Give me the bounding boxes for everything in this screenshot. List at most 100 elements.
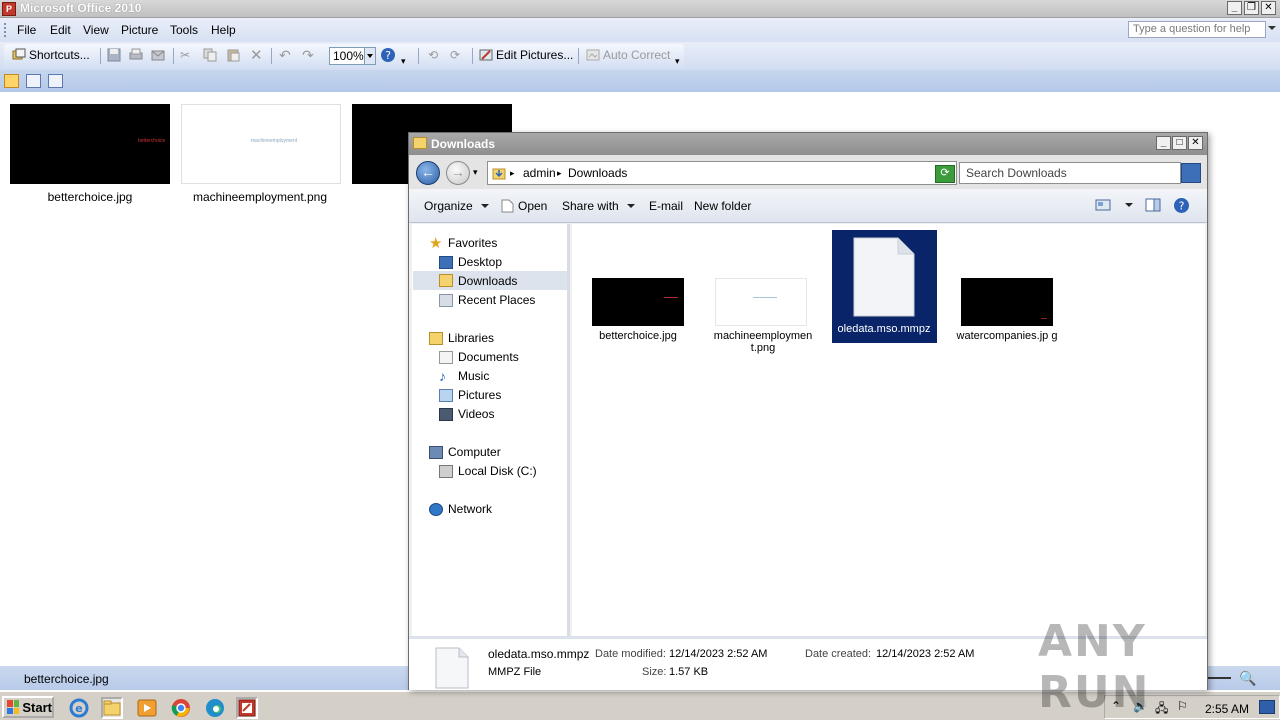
detail-created-label: Date created: bbox=[805, 648, 872, 660]
restore-button[interactable]: ❐ bbox=[1244, 1, 1259, 15]
chrome-icon[interactable] bbox=[170, 697, 192, 719]
email-picture-button[interactable] bbox=[151, 46, 165, 64]
search-input[interactable]: Search Downloads bbox=[959, 162, 1181, 184]
menu-view[interactable]: View bbox=[83, 23, 109, 37]
show-desktop-icon[interactable] bbox=[1259, 700, 1275, 714]
email-button[interactable]: E-mail bbox=[649, 199, 683, 213]
delete-button[interactable]: ✕ bbox=[250, 46, 263, 64]
thumbnail-betterchoice[interactable]: betterchoice bbox=[10, 104, 170, 184]
menu-tools[interactable]: Tools bbox=[170, 23, 198, 37]
menu-file[interactable]: File bbox=[17, 23, 36, 37]
forward-button[interactable]: → bbox=[446, 161, 470, 185]
minimize-button[interactable]: _ bbox=[1227, 1, 1242, 15]
open-button[interactable]: Open bbox=[501, 199, 547, 213]
copy-button[interactable] bbox=[203, 46, 217, 64]
explorer-close-button[interactable]: ✕ bbox=[1188, 136, 1203, 150]
edit-pictures-button[interactable]: Edit Pictures... bbox=[479, 46, 573, 64]
rotate-left-button[interactable]: ⟲ bbox=[428, 46, 438, 64]
help-button[interactable]: ? bbox=[380, 46, 396, 64]
nav-downloads[interactable]: Downloads bbox=[413, 271, 567, 290]
organize-button[interactable]: Organize bbox=[424, 199, 489, 213]
address-field[interactable]: ▸ admin ▸ Downloads ▼ bbox=[487, 161, 957, 185]
cut-button[interactable]: ✂ bbox=[180, 46, 190, 64]
explorer-window-controls: _ □ ✕ bbox=[1156, 136, 1203, 150]
nav-network[interactable]: Network bbox=[429, 502, 492, 516]
recent-pages-dropdown-icon[interactable]: ▾ bbox=[473, 167, 478, 178]
filmstrip-view-icon[interactable] bbox=[26, 74, 41, 88]
edge-icon[interactable] bbox=[204, 697, 226, 719]
shortcuts-button[interactable]: Shortcuts... bbox=[12, 46, 90, 64]
rotate-right-icon: ⟳ bbox=[450, 48, 461, 62]
paste-button[interactable] bbox=[226, 46, 240, 64]
nav-documents[interactable]: Documents bbox=[439, 350, 519, 364]
change-view-button[interactable] bbox=[1095, 198, 1133, 212]
media-player-icon[interactable] bbox=[136, 697, 158, 719]
preview-pane-button[interactable] bbox=[1145, 198, 1161, 212]
save-button[interactable] bbox=[107, 46, 121, 64]
nav-favorites-label: Favorites bbox=[448, 236, 498, 250]
redo-button[interactable]: ↷ bbox=[302, 46, 314, 64]
print-button[interactable] bbox=[129, 46, 143, 64]
explorer-help-button[interactable]: ? bbox=[1173, 197, 1190, 214]
new-folder-button[interactable]: New folder bbox=[694, 199, 751, 213]
back-button[interactable]: ← bbox=[416, 161, 440, 185]
zoom-select[interactable]: 100% bbox=[329, 47, 376, 65]
picture-manager-taskbar-icon[interactable] bbox=[236, 697, 258, 719]
internet-explorer-icon[interactable]: e bbox=[68, 697, 90, 719]
toolbar-options-button[interactable]: ▾ bbox=[401, 52, 406, 70]
breadcrumb-downloads[interactable]: Downloads bbox=[568, 166, 627, 180]
redo-icon: ↷ bbox=[302, 46, 314, 63]
menu-edit[interactable]: Edit bbox=[50, 23, 71, 37]
menu-picture[interactable]: Picture bbox=[121, 23, 158, 37]
refresh-button[interactable]: ⟳ bbox=[935, 165, 955, 183]
file-item-selected[interactable]: oledata.mso.mmpz bbox=[832, 230, 937, 343]
file-item[interactable]: watercompanies.jp g bbox=[957, 278, 1065, 358]
thumbnail-machineemployment[interactable]: machineemployment bbox=[181, 104, 341, 184]
search-icon[interactable] bbox=[1181, 163, 1201, 183]
nav-music[interactable]: ♪ Music bbox=[439, 369, 489, 384]
single-picture-view-icon[interactable] bbox=[48, 74, 63, 88]
file-name: machineemploymen t.png bbox=[713, 330, 813, 354]
nav-favorites[interactable]: ★ Favorites bbox=[429, 236, 498, 251]
start-button[interactable]: Start bbox=[2, 696, 54, 718]
nav-computer[interactable]: Computer bbox=[429, 445, 501, 459]
explorer-titlebar[interactable]: Downloads _ □ ✕ bbox=[409, 133, 1207, 155]
computer-icon bbox=[429, 445, 443, 459]
breadcrumb-admin[interactable]: admin bbox=[523, 166, 556, 180]
help-question-input[interactable]: Type a question for help bbox=[1128, 21, 1266, 38]
nav-pictures[interactable]: Pictures bbox=[439, 388, 501, 402]
menu-help[interactable]: Help bbox=[211, 23, 236, 37]
svg-text:e: e bbox=[75, 702, 82, 715]
nav-libraries[interactable]: Libraries bbox=[429, 331, 494, 345]
explorer-minimize-button[interactable]: _ bbox=[1156, 136, 1171, 150]
thumbnail-caption: machineemployment.png bbox=[192, 190, 328, 204]
nav-desktop[interactable]: Desktop bbox=[439, 255, 502, 269]
zoom-dropdown-icon[interactable] bbox=[364, 48, 375, 64]
rotate-right-button[interactable]: ⟳ bbox=[450, 46, 460, 64]
auto-correct-button[interactable]: Auto Correct bbox=[586, 46, 670, 64]
edit-pictures-icon bbox=[479, 49, 493, 61]
file-item[interactable]: betterchoice.jpg bbox=[592, 278, 696, 348]
close-button[interactable]: ✕ bbox=[1261, 1, 1276, 15]
explorer-maximize-button[interactable]: □ bbox=[1172, 136, 1187, 150]
share-with-button[interactable]: Share with bbox=[562, 199, 635, 213]
nav-videos[interactable]: Videos bbox=[439, 407, 494, 421]
menu-grip bbox=[4, 23, 7, 37]
thumbnail-view-icon[interactable] bbox=[4, 74, 19, 88]
documents-icon bbox=[439, 350, 453, 364]
help-dropdown-icon[interactable] bbox=[1268, 26, 1276, 30]
zoom-icon[interactable]: 🔍 bbox=[1239, 670, 1256, 687]
address-bar-area: ← → ▾ ▸ admin ▸ Downloads ▼ ⟳ Search Dow… bbox=[409, 155, 1207, 189]
breadcrumb-root-chevron-icon[interactable]: ▸ bbox=[510, 168, 515, 179]
file-item[interactable]: machineemploymen t.png bbox=[714, 278, 819, 358]
file-name: oledata.mso.mmpz bbox=[837, 323, 931, 335]
undo-button[interactable]: ↶ bbox=[279, 46, 291, 64]
nav-recent-places[interactable]: Recent Places bbox=[439, 293, 535, 307]
breadcrumb-chevron-icon[interactable]: ▸ bbox=[557, 168, 562, 179]
nav-local-disk[interactable]: Local Disk (C:) bbox=[439, 464, 537, 478]
downloads-icon bbox=[439, 274, 453, 287]
shortcuts-label: Shortcuts... bbox=[29, 48, 90, 62]
explorer-taskbar-icon[interactable] bbox=[101, 697, 123, 719]
nav-local-disk-label: Local Disk (C:) bbox=[458, 464, 537, 478]
toolbar2-options-button[interactable]: ▾ bbox=[675, 52, 680, 70]
